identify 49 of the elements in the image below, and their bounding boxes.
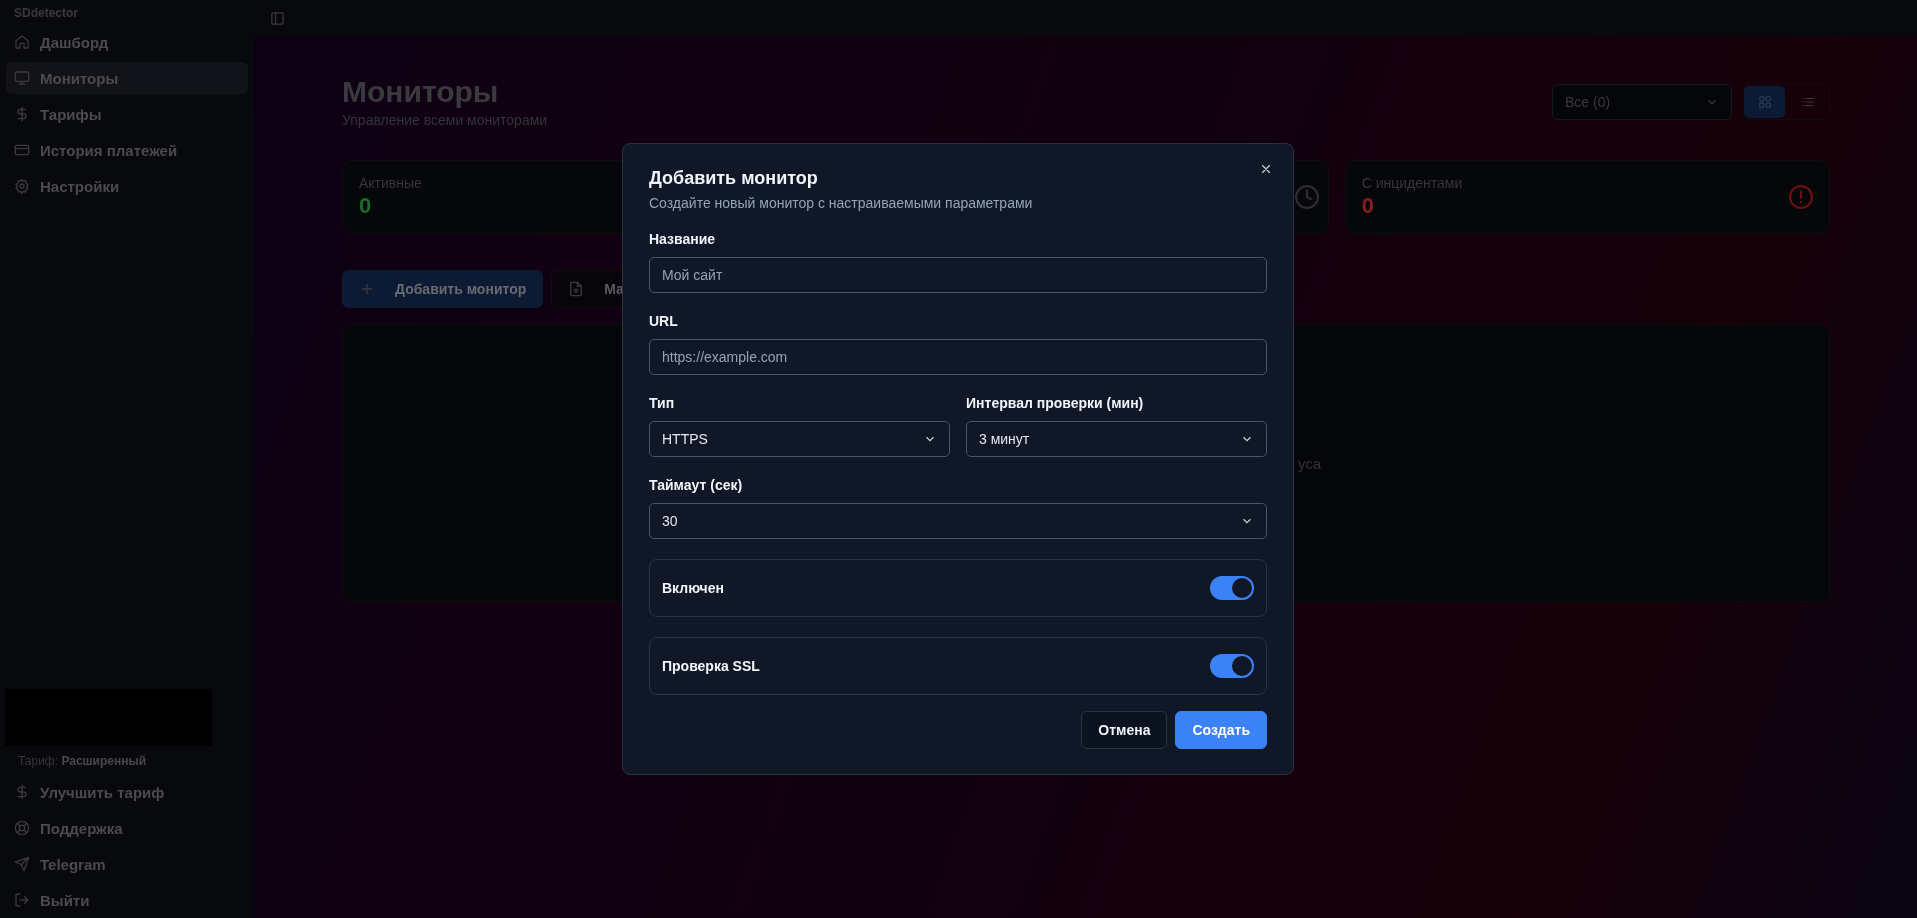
field-label: Тип xyxy=(649,395,676,411)
nav-item[interactable]: Telegram xyxy=(6,848,248,880)
list-icon xyxy=(1800,95,1815,109)
view-toggle-button[interactable] xyxy=(1744,86,1785,118)
sidebar-toggle-icon[interactable] xyxy=(270,10,285,26)
nav-item[interactable]: Настройки xyxy=(6,170,248,202)
nav-item[interactable]: Выйти xyxy=(6,884,248,916)
credit-card-icon xyxy=(14,142,30,158)
select-field[interactable]: 30 xyxy=(649,503,1267,539)
send-icon xyxy=(14,856,30,872)
nav-item[interactable]: Тарифы xyxy=(6,98,248,130)
field-label: URL xyxy=(649,313,679,329)
dialog-button[interactable]: Отмена xyxy=(1081,711,1168,749)
grid-icon xyxy=(1757,95,1772,109)
home-icon xyxy=(14,34,30,50)
nav-item[interactable]: История платежей xyxy=(6,134,248,166)
toggle-label: Включен xyxy=(662,580,724,596)
nav-item[interactable]: Улучшить тариф xyxy=(6,776,248,808)
close-icon xyxy=(1259,162,1273,176)
text-field[interactable]: https://example.com xyxy=(649,339,1267,375)
stat-value: 0 xyxy=(1361,193,1375,219)
settings-icon xyxy=(14,178,30,194)
dialog-subtitle: Создайте новый монитор с настраиваемыми параметрами xyxy=(649,195,1034,211)
logout-icon xyxy=(14,892,30,908)
toggle-switch[interactable] xyxy=(1210,576,1254,600)
field-label: Название xyxy=(649,231,717,247)
alert-icon xyxy=(1789,185,1813,209)
plus-icon xyxy=(359,281,375,297)
stat-value: 0 xyxy=(359,193,373,219)
nav-item[interactable]: Поддержка xyxy=(6,812,248,844)
file-upload-icon xyxy=(568,281,585,297)
dialog-title: Добавить монитор xyxy=(649,168,819,189)
toggle-label: Проверка SSL xyxy=(662,658,760,674)
field-label: Интервал проверки (мин) xyxy=(966,395,1145,411)
dollar-icon xyxy=(14,784,30,800)
dialog-button[interactable]: Создать xyxy=(1175,711,1267,749)
clock-icon xyxy=(1294,185,1319,209)
nav-item[interactable]: Мониторы xyxy=(6,62,248,94)
lifebuoy-icon xyxy=(14,820,30,836)
select-field[interactable]: 3 минут xyxy=(966,421,1267,457)
dollar-icon xyxy=(14,106,30,122)
select-field[interactable]: HTTPS xyxy=(649,421,950,457)
field-label: Таймаут (сек) xyxy=(649,477,744,493)
monitor-icon xyxy=(14,70,30,86)
action-button[interactable]: Добавить монитор xyxy=(342,270,544,308)
text-field[interactable]: Мой сайт xyxy=(649,257,1267,293)
page-title: Мониторы xyxy=(342,74,500,110)
nav-item[interactable]: Дашборд xyxy=(6,26,248,58)
toggle-switch[interactable] xyxy=(1210,654,1254,678)
